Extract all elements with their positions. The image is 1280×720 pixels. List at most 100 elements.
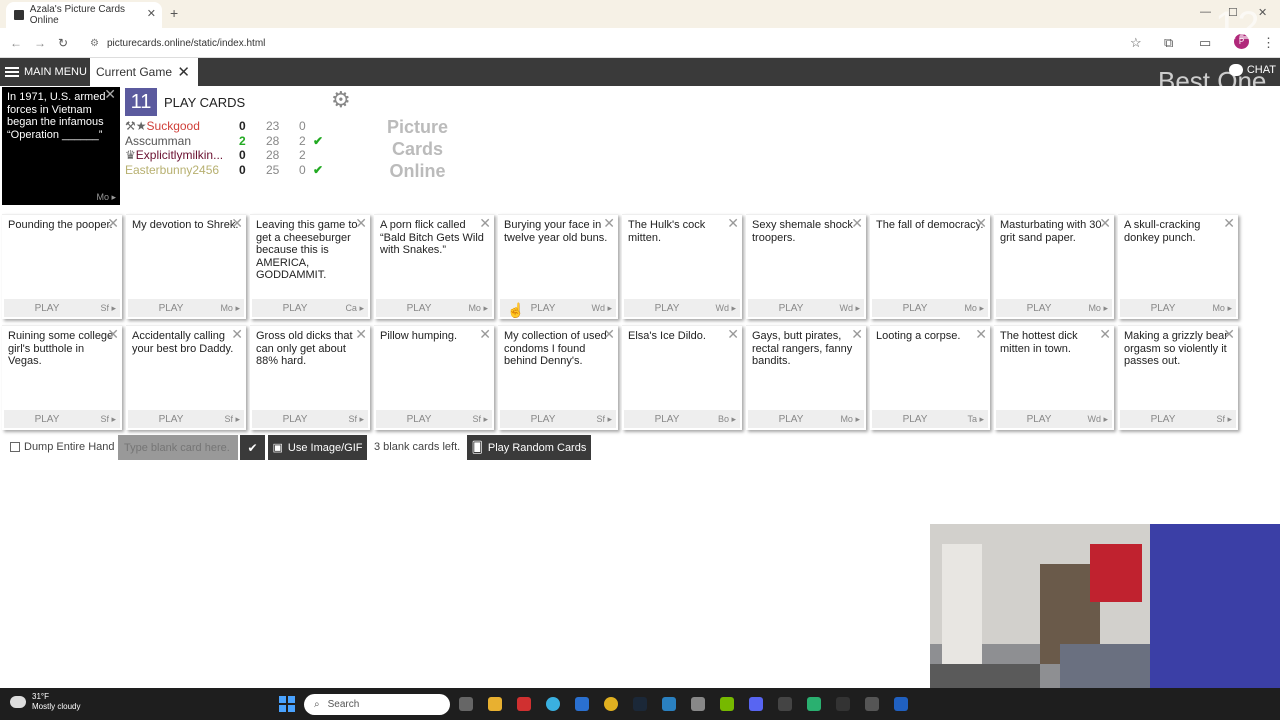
play-button[interactable]: PLAY (996, 299, 1082, 317)
white-card[interactable]: A porn flick called “Bald Bitch Gets Wil… (374, 214, 494, 319)
browser-menu-icon[interactable]: ⋮ (1262, 35, 1275, 51)
close-icon[interactable]: ✕ (104, 87, 116, 100)
file-explorer-icon[interactable] (488, 697, 502, 711)
chrome-icon[interactable] (604, 697, 618, 711)
play-button[interactable]: PLAY (624, 410, 710, 428)
card-owner-button[interactable]: Sf ▸ (90, 410, 120, 428)
windows-start-icon[interactable] (279, 696, 295, 712)
white-card[interactable]: Looting a corpse. ✕ PLAY Ta ▸ (870, 325, 990, 430)
play-button[interactable]: PLAY (500, 410, 586, 428)
white-card[interactable]: Accidentally calling your best bro Daddy… (126, 325, 246, 430)
white-card[interactable]: The hottest dick mitten in town. ✕ PLAY Wd … (994, 325, 1114, 430)
app-icon[interactable] (865, 697, 879, 711)
bookmark-star-icon[interactable]: ☆ (1130, 35, 1142, 51)
tab-current-game[interactable]: Current Game ✕ (90, 58, 198, 86)
play-button[interactable]: PLAY (624, 299, 710, 317)
reload-icon[interactable]: ↻ (58, 36, 68, 50)
play-button[interactable]: PLAY (748, 410, 834, 428)
play-button[interactable]: PLAY (376, 410, 462, 428)
card-owner-button[interactable]: Sf ▸ (90, 299, 120, 317)
white-card[interactable]: Ruining some college girl's butthole in … (2, 325, 122, 430)
close-icon[interactable]: ✕ (727, 215, 739, 232)
card-owner-button[interactable]: Sf ▸ (338, 410, 368, 428)
card-owner-button[interactable]: Sf ▸ (1206, 410, 1236, 428)
app-icon[interactable] (517, 697, 531, 711)
dropbox-icon[interactable] (894, 697, 908, 711)
settings-icon[interactable] (691, 697, 705, 711)
cast-icon[interactable]: ▭ (1199, 35, 1211, 51)
forward-icon[interactable]: → (34, 36, 46, 50)
white-card[interactable]: Elsa's Ice Dildo. ✕ PLAY Bo ▸ (622, 325, 742, 430)
play-button[interactable]: PLAY (4, 410, 90, 428)
white-card[interactable]: Gross old dicks that can only get about … (250, 325, 370, 430)
white-card[interactable]: Making a grizzly bear orgasm so violentl… (1118, 325, 1238, 430)
play-button[interactable]: PLAY (128, 410, 214, 428)
card-owner-button[interactable]: Mo ▸ (462, 299, 492, 317)
white-card[interactable]: Pounding the pooper. ✕ PLAY Sf ▸ (2, 214, 122, 319)
play-button[interactable]: PLAY (376, 299, 462, 317)
extensions-icon[interactable]: ⧉ (1164, 35, 1173, 51)
discord-icon[interactable] (749, 697, 763, 711)
site-info-icon[interactable]: ⚙ (90, 38, 99, 49)
browser-tab[interactable]: Azala's Picture Cards Online ✕ (6, 2, 162, 28)
card-owner-button[interactable]: Wd ▸ (586, 299, 616, 317)
minimize-icon[interactable]: — (1200, 6, 1211, 18)
card-owner-button[interactable]: Sf ▸ (214, 410, 244, 428)
card-owner-button[interactable]: Wd ▸ (834, 299, 864, 317)
gear-icon[interactable]: ⚙ (331, 87, 351, 113)
close-icon[interactable]: ✕ (479, 215, 491, 232)
close-icon[interactable]: ✕ (479, 326, 491, 343)
white-card[interactable]: The Hulk's cock mitten. ✕ PLAY Wd ▸ (622, 214, 742, 319)
close-icon[interactable]: ✕ (231, 326, 243, 343)
play-button[interactable]: PLAY (872, 410, 958, 428)
checkbox-icon[interactable] (10, 442, 20, 452)
white-card[interactable]: The fall of democracy. ✕ PLAY Mo ▸ (870, 214, 990, 319)
card-owner-button[interactable]: Ca ▸ (338, 299, 368, 317)
play-button[interactable]: PLAY (4, 299, 90, 317)
close-icon[interactable]: ✕ (355, 215, 367, 232)
card-owner-button[interactable]: Mo ▸ (1082, 299, 1112, 317)
outlook-icon[interactable] (575, 697, 589, 711)
play-button[interactable]: PLAY (252, 410, 338, 428)
main-menu-button[interactable]: MAIN MENU (0, 58, 88, 86)
card-owner-button[interactable]: Wd ▸ (710, 299, 740, 317)
white-card[interactable]: My collection of used condoms I found be… (498, 325, 618, 430)
play-random-button[interactable]: 🂠 Play Random Cards (467, 435, 591, 460)
close-icon[interactable]: ✕ (1099, 326, 1111, 343)
weather-widget[interactable]: 31°F Mostly cloudy (10, 692, 80, 712)
white-card[interactable]: Masturbating with 30 grit sand paper. ✕ PL… (994, 214, 1114, 319)
play-button[interactable]: PLAY (252, 299, 338, 317)
edge-icon[interactable] (546, 697, 560, 711)
close-icon[interactable]: ✕ (851, 326, 863, 343)
play-button[interactable]: PLAY (1120, 410, 1206, 428)
play-button[interactable]: PLAY (1120, 299, 1206, 317)
app-icon[interactable] (662, 697, 676, 711)
card-owner-button[interactable]: Mo ▸ (1206, 299, 1236, 317)
close-icon[interactable]: ✕ (177, 63, 190, 81)
close-icon[interactable]: ✕ (1223, 326, 1235, 343)
card-owner-button[interactable]: Sf ▸ (586, 410, 616, 428)
obs-icon[interactable] (836, 697, 850, 711)
url-bar[interactable]: ⚙ picturecards.online/static/index.html (80, 32, 1150, 54)
card-owner-button[interactable]: Wd ▸ (1082, 410, 1112, 428)
app-icon[interactable] (778, 697, 792, 711)
close-icon[interactable]: ✕ (107, 326, 119, 343)
white-card[interactable]: My devotion to Shrek. ✕ PLAY Mo ▸ (126, 214, 246, 319)
play-button[interactable]: PLAY (128, 299, 214, 317)
nvidia-icon[interactable] (720, 697, 734, 711)
close-tab-icon[interactable]: ✕ (147, 7, 156, 20)
close-icon[interactable]: ✕ (727, 326, 739, 343)
close-icon[interactable]: ✕ (1223, 215, 1235, 232)
use-image-button[interactable]: ▣ Use Image/GIF (268, 435, 367, 460)
close-icon[interactable]: ✕ (975, 326, 987, 343)
close-icon[interactable]: ✕ (603, 215, 615, 232)
close-icon[interactable]: ✕ (107, 215, 119, 232)
back-icon[interactable]: ← (10, 36, 22, 50)
white-card[interactable]: Leaving this game to get a cheeseburger … (250, 214, 370, 319)
play-button[interactable]: PLAY (996, 410, 1082, 428)
app-icon[interactable] (807, 697, 821, 711)
white-card[interactable]: Gays, butt pirates, rectal rangers, fann… (746, 325, 866, 430)
white-card[interactable]: A skull-cracking donkey punch. ✕ PLAY Mo ▸ (1118, 214, 1238, 319)
white-card[interactable]: Pillow humping. ✕ PLAY Sf ▸ (374, 325, 494, 430)
white-card[interactable]: Sexy shemale shock troopers. ✕ PLAY Wd ▸ (746, 214, 866, 319)
